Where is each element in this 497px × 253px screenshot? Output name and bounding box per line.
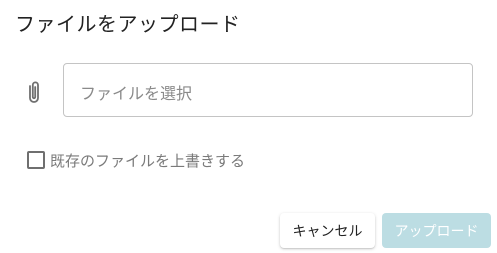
dialog-title: ファイルをアップロード — [15, 12, 241, 36]
file-select-field[interactable]: ファイルを選択 — [63, 63, 473, 117]
overwrite-option[interactable]: 既存のファイルを上書きする — [27, 150, 245, 170]
cancel-button[interactable]: キャンセル — [280, 213, 375, 248]
paperclip-icon — [24, 79, 44, 105]
upload-button[interactable]: アップロード — [382, 213, 491, 248]
upload-dialog: ファイルをアップロード ファイルを選択 既存のファイルを上書きする キャンセル … — [0, 0, 497, 253]
file-select-placeholder: ファイルを選択 — [80, 84, 193, 103]
overwrite-checkbox[interactable] — [27, 151, 45, 169]
overwrite-label: 既存のファイルを上書きする — [50, 151, 246, 170]
